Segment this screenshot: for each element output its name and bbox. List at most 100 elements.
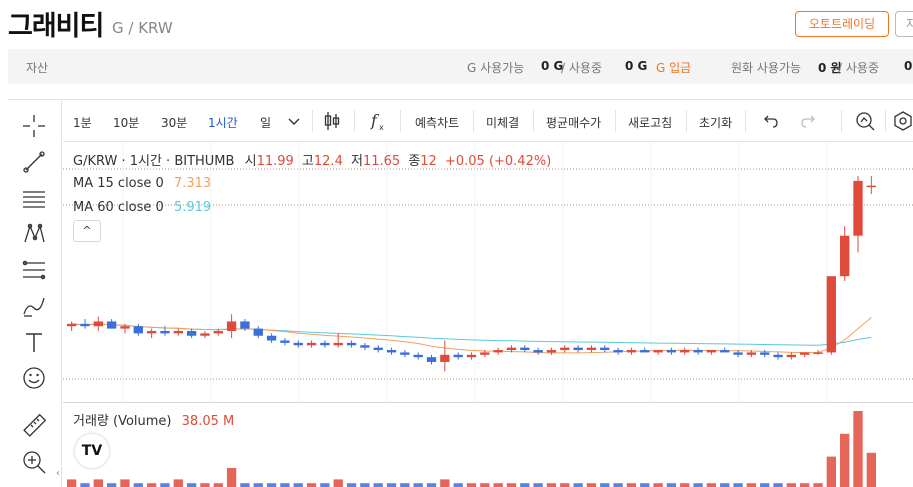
volume-bar: [840, 433, 850, 487]
volume-label: 거래량 (Volume): [73, 414, 172, 429]
candle-body: [440, 354, 450, 362]
volume-legend: 거래량 (Volume) 38.05 M: [73, 410, 234, 429]
settings-icon[interactable]: [891, 109, 913, 133]
candle-body: [133, 326, 143, 334]
volume-bar: [546, 483, 557, 487]
candle-body: [266, 335, 277, 341]
volume-value: 38.05 M: [181, 414, 235, 429]
candle-body: [653, 350, 663, 353]
volume-bar: [293, 483, 303, 487]
ma60-legend[interactable]: MA 60 close 0 5.919: [73, 200, 211, 215]
volume-bar: [640, 483, 650, 487]
volume-bar: [386, 483, 397, 487]
brush-icon[interactable]: [20, 292, 48, 320]
volume-bar: [106, 483, 117, 487]
volume-bar: [373, 483, 383, 487]
ruler-icon[interactable]: [20, 412, 48, 440]
interval-10m[interactable]: 10분: [113, 114, 139, 131]
ma15-value: 7.313: [173, 176, 212, 191]
chevron-down-icon[interactable]: [282, 109, 306, 133]
reset-button[interactable]: 초기화: [699, 114, 732, 131]
pattern-icon[interactable]: [20, 220, 48, 248]
toolbar-divider: [354, 110, 355, 132]
low-label: 저: [350, 154, 363, 169]
emoji-icon[interactable]: [20, 364, 48, 392]
fib-icon[interactable]: [20, 256, 48, 284]
volume-bar: [66, 479, 77, 487]
ma15-legend[interactable]: MA 15 close 0 7.313: [73, 176, 211, 191]
chart-toolbar: 1분 10분 30분 1시간 일 fx 예측차트 미체결 평균매수가 새로고침 …: [63, 100, 913, 142]
header: 그래비티 G / KRW 오토트레이딩 자: [0, 0, 913, 44]
candle-body: [453, 354, 463, 358]
text-icon[interactable]: [20, 328, 48, 356]
svg-text:x: x: [379, 123, 384, 132]
tradingview-logo[interactable]: TV: [75, 434, 109, 468]
candle-body: [573, 347, 583, 351]
trend-line-icon[interactable]: [20, 148, 48, 176]
volume-bar: [573, 483, 583, 487]
ohlc-legend: G/KRW · 1시간 · BITHUMB 시11.99 고12.4 저11.6…: [73, 150, 551, 169]
next-button[interactable]: 자: [895, 11, 913, 37]
volume-bar: [320, 483, 330, 487]
zoom-in-icon[interactable]: [20, 448, 48, 476]
volume-bar: [80, 483, 90, 487]
volume-bar: [253, 483, 263, 487]
indicator-fx-icon[interactable]: fx: [366, 109, 390, 133]
legend-collapse-button[interactable]: ^: [73, 220, 101, 242]
volume-bar: [746, 483, 757, 487]
avg-buy-price-button[interactable]: 평균매수가: [546, 114, 601, 131]
volume-bar: [520, 483, 530, 487]
volume-bar: [733, 483, 743, 487]
volume-bar: [280, 483, 290, 487]
volume-bar: [453, 483, 463, 487]
low-value: 11.65: [362, 154, 401, 169]
coin-name: 그래비티: [8, 11, 104, 42]
volume-bar: [813, 483, 823, 487]
candle-body: [680, 350, 690, 353]
interval-day[interactable]: 일: [260, 114, 271, 131]
candle-body: [306, 342, 317, 346]
volume-bar: [693, 483, 703, 487]
volume-bar: [560, 483, 570, 487]
g-in-use-value: 0 G: [625, 59, 648, 73]
interval-1h[interactable]: 1시간: [208, 114, 238, 131]
volume-bar: [413, 483, 423, 487]
high-value: 12.4: [313, 154, 343, 169]
krw-available-label: 원화 사용가능: [731, 61, 802, 75]
candle-body: [160, 330, 170, 334]
candle-body: [293, 342, 303, 346]
symbol-label: G/KRW · 1시간 · BITHUMB: [73, 154, 235, 169]
volume-bar: [133, 483, 143, 487]
candle-body: [400, 352, 410, 355]
volume-bar: [346, 483, 357, 487]
refresh-button[interactable]: 새로고침: [628, 114, 672, 131]
asset-label: 자산: [26, 61, 49, 75]
candle-body: [840, 235, 850, 277]
crosshair-icon[interactable]: [20, 112, 48, 140]
volume-bar: [400, 483, 410, 487]
interval-30m[interactable]: 30분: [161, 114, 187, 131]
krw-in-use-value: 0: [904, 59, 913, 73]
candle-type-icon[interactable]: [320, 109, 344, 133]
candle-body: [226, 321, 237, 331]
asset-bar: 자산 G 사용가능 0 G / 사용중 0 G G 입금 원화 사용가능 0 원…: [8, 49, 913, 84]
candle-body: [733, 352, 743, 355]
candle-body: [520, 347, 530, 351]
candle-body: [480, 352, 490, 355]
candle-body: [200, 333, 210, 336]
scroll-left-icon[interactable]: ‹: [56, 468, 64, 482]
candle-body: [426, 357, 437, 362]
interval-1m[interactable]: 1분: [73, 114, 92, 131]
g-deposit-link[interactable]: G 입금: [656, 59, 691, 76]
candle-body: [280, 340, 290, 343]
open-orders-button[interactable]: 미체결: [486, 114, 519, 131]
redo-icon[interactable]: [797, 109, 821, 133]
forecast-chart-button[interactable]: 예측차트: [415, 114, 459, 131]
volume-bar: [600, 483, 610, 487]
ma15-label: MA 15 close 0: [73, 176, 164, 191]
volume-bar: [480, 483, 490, 487]
horizontal-lines-icon[interactable]: [20, 184, 48, 212]
undo-icon[interactable]: [758, 109, 782, 133]
auto-trading-button[interactable]: 오토트레이딩: [795, 11, 889, 37]
analysis-icon[interactable]: [853, 109, 877, 133]
